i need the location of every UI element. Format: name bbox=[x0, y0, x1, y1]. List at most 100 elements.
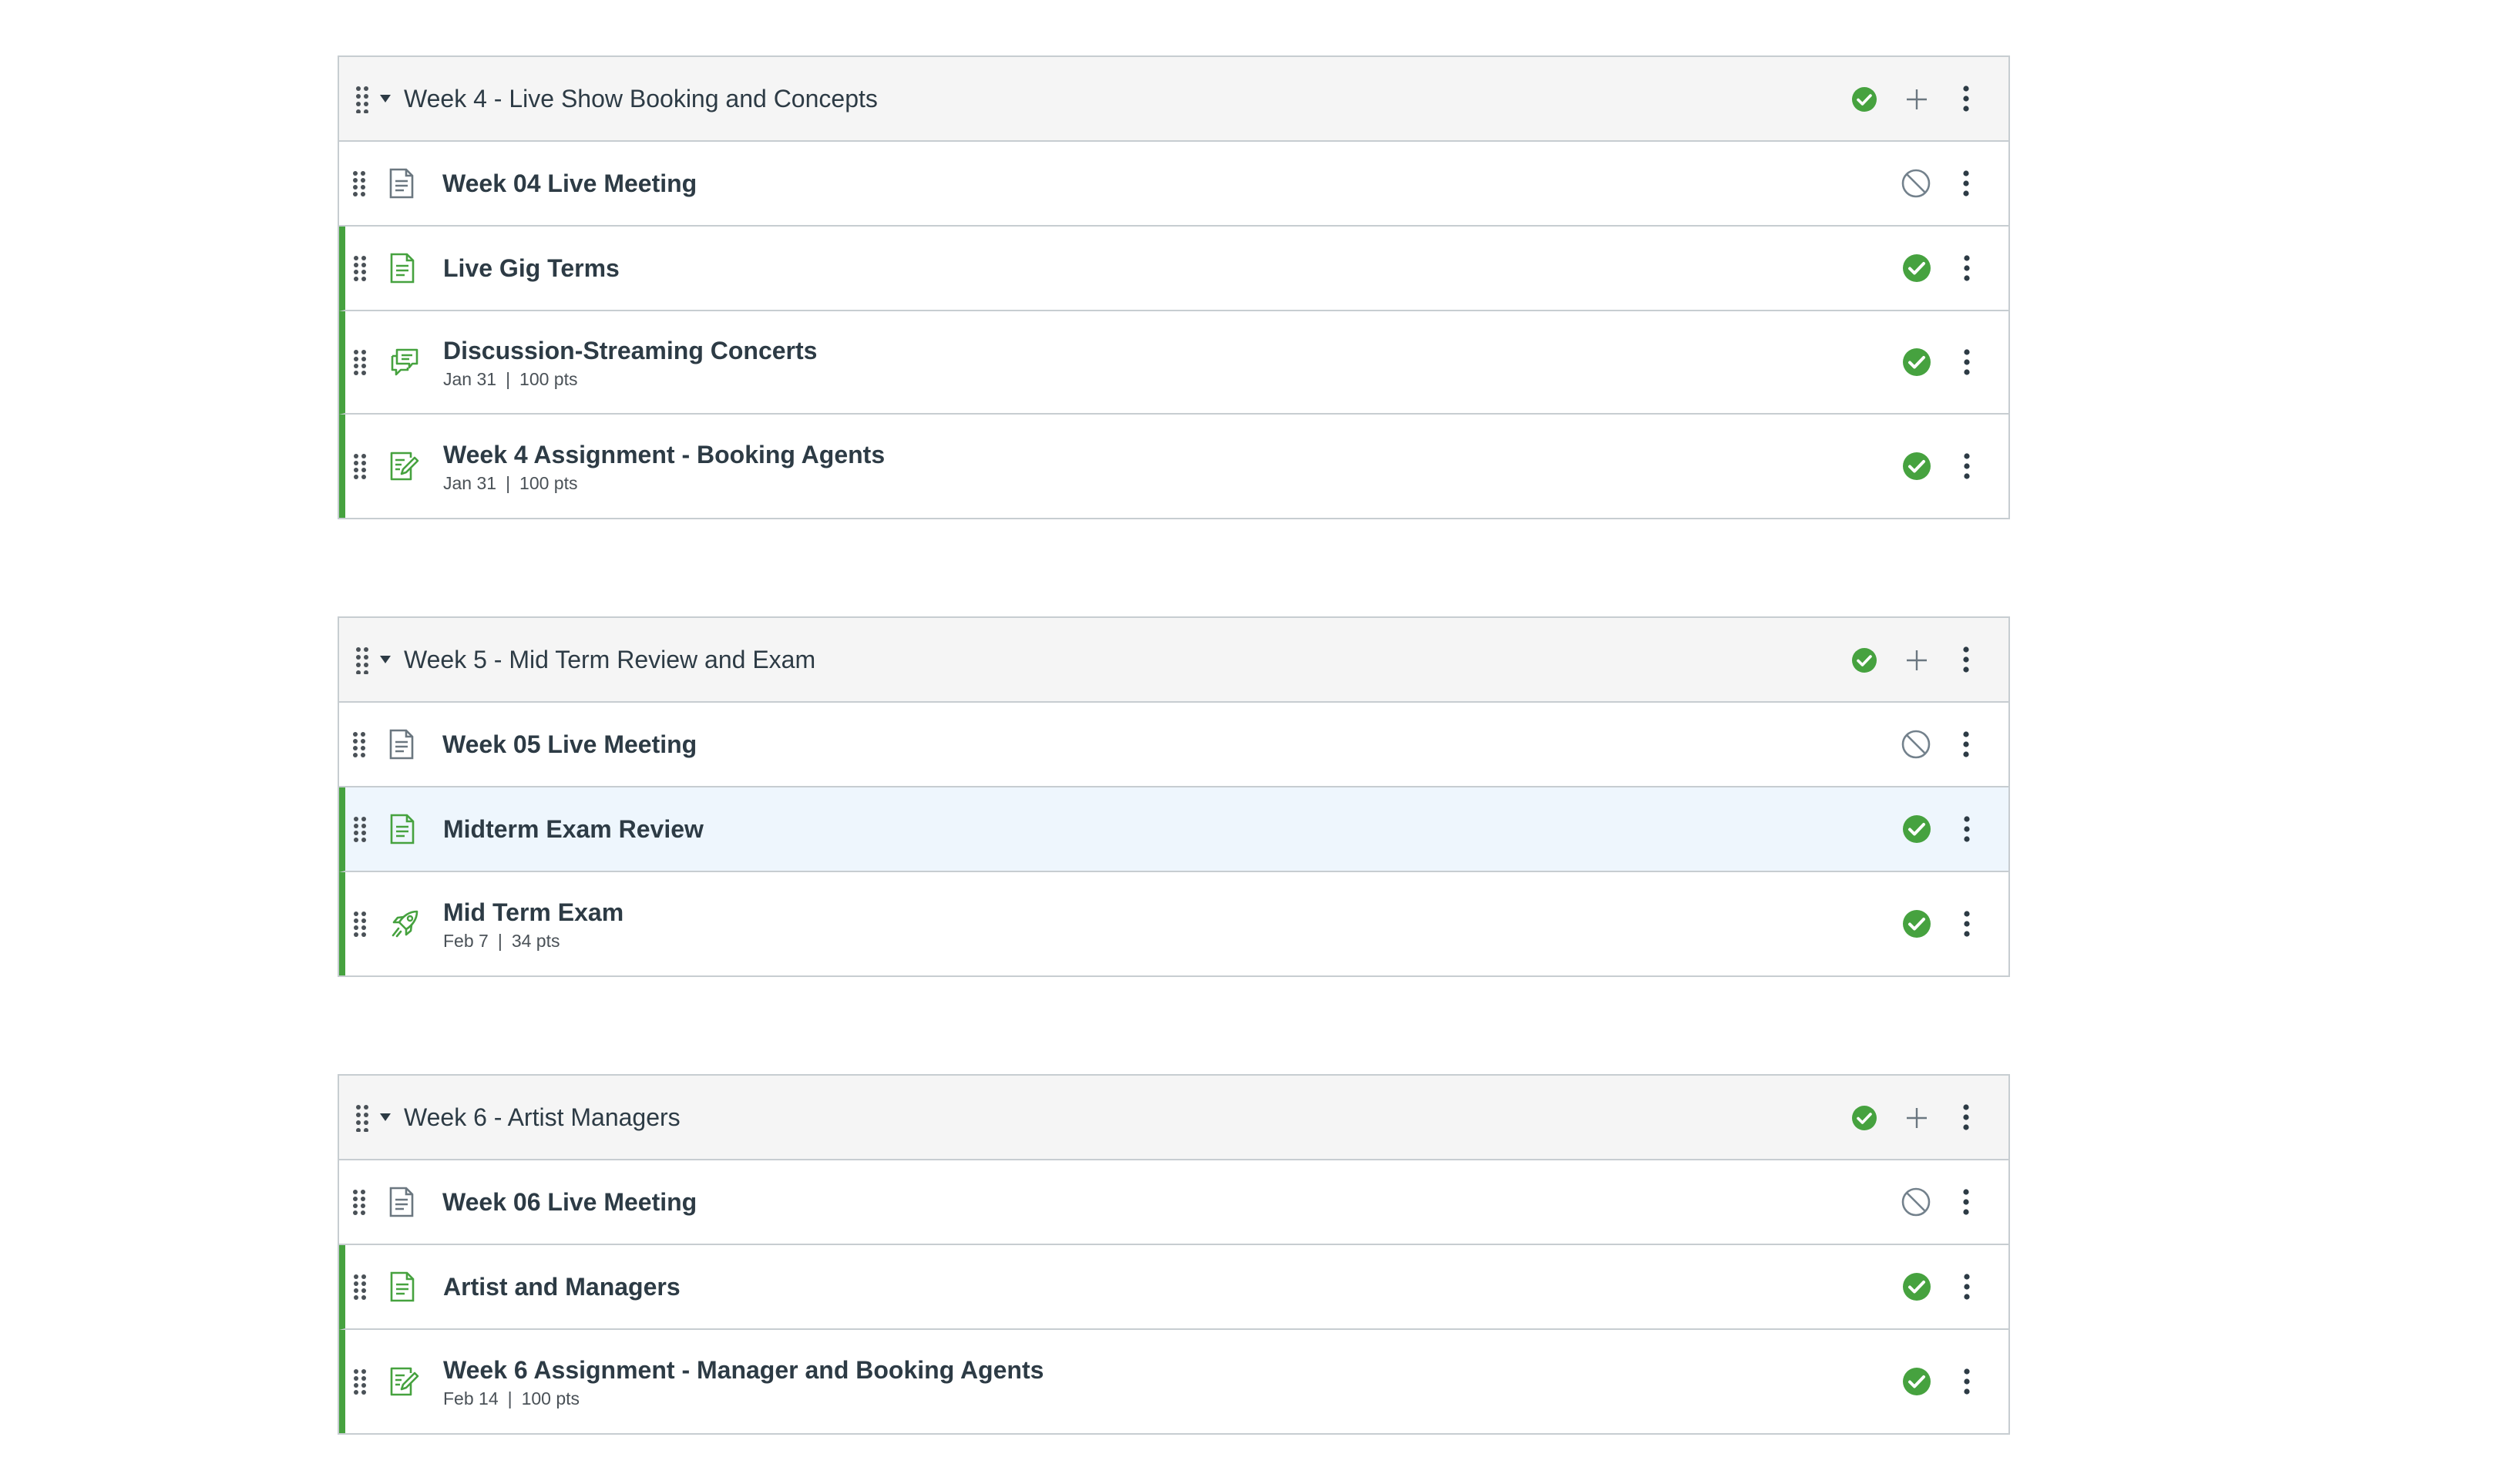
module-item[interactable]: Artist and Managers bbox=[339, 1245, 2008, 1330]
points: 100 pts bbox=[519, 368, 578, 389]
drag-handle-icon[interactable] bbox=[352, 349, 368, 375]
item-title[interactable]: Week 4 Assignment - Booking Agents bbox=[443, 439, 885, 470]
item-title[interactable]: Artist and Managers bbox=[443, 1271, 681, 1302]
item-title[interactable]: Mid Term Exam bbox=[443, 897, 624, 928]
collapse-caret-icon[interactable] bbox=[379, 1113, 392, 1122]
drag-handle-icon[interactable] bbox=[355, 646, 370, 674]
item-title[interactable]: Live Gig Terms bbox=[443, 253, 620, 284]
page-icon bbox=[388, 168, 415, 199]
drag-handle-icon[interactable] bbox=[351, 170, 367, 196]
item-options-icon[interactable] bbox=[1963, 452, 1971, 480]
published-check-icon[interactable] bbox=[1901, 1271, 1932, 1302]
due-date: Feb 14 bbox=[443, 1388, 499, 1408]
drag-handle-icon[interactable] bbox=[352, 1274, 368, 1300]
module-title: Week 5 - Mid Term Review and Exam bbox=[404, 646, 816, 673]
module-item[interactable]: Week 6 Assignment - Manager and Booking … bbox=[339, 1330, 2008, 1433]
drag-handle-icon[interactable] bbox=[351, 1189, 367, 1215]
item-title[interactable]: Week 06 Live Meeting bbox=[442, 1187, 697, 1217]
drag-handle-icon[interactable] bbox=[352, 911, 368, 937]
module-header[interactable]: Week 6 - Artist Managers bbox=[339, 1076, 2008, 1160]
published-check-icon[interactable] bbox=[1901, 253, 1932, 284]
unpublished-icon[interactable] bbox=[1901, 729, 1931, 760]
published-check-icon[interactable] bbox=[1851, 647, 1877, 673]
module-item[interactable]: Discussion-Streaming Concerts Jan 31 | 100… bbox=[339, 311, 2008, 415]
module-item[interactable]: Mid Term Exam Feb 7 | 34 pts bbox=[339, 872, 2008, 975]
item-meta: Jan 31 | 100 pts bbox=[443, 473, 885, 494]
module-header[interactable]: Week 5 - Mid Term Review and Exam bbox=[339, 618, 2008, 703]
drag-handle-icon[interactable] bbox=[352, 453, 368, 479]
item-meta: Feb 14 | 100 pts bbox=[443, 1388, 1044, 1409]
unpublished-icon[interactable] bbox=[1901, 1187, 1931, 1217]
published-check-icon[interactable] bbox=[1901, 814, 1932, 844]
module-week-5: Week 5 - Mid Term Review and Exam Week 0… bbox=[338, 616, 2010, 977]
module-item[interactable]: Week 04 Live Meeting bbox=[339, 142, 2008, 227]
item-title[interactable]: Midterm Exam Review bbox=[443, 814, 704, 844]
drag-handle-icon[interactable] bbox=[355, 1104, 370, 1132]
item-text: Week 04 Live Meeting bbox=[442, 142, 697, 225]
discussion-icon bbox=[389, 347, 420, 378]
add-item-icon[interactable] bbox=[1904, 647, 1930, 673]
meta-separator: | bbox=[497, 930, 502, 951]
item-options-icon[interactable] bbox=[1963, 254, 1971, 282]
published-check-icon[interactable] bbox=[1901, 1366, 1932, 1397]
item-text: Week 06 Live Meeting bbox=[442, 1160, 697, 1244]
item-options-icon[interactable] bbox=[1962, 170, 1970, 197]
item-options-icon[interactable] bbox=[1963, 910, 1971, 938]
page-icon bbox=[389, 814, 415, 844]
drag-handle-icon[interactable] bbox=[352, 255, 368, 281]
module-options-icon[interactable] bbox=[1962, 1103, 1970, 1131]
module-options-icon[interactable] bbox=[1962, 646, 1970, 673]
module-header[interactable]: Week 4 - Live Show Booking and Concepts bbox=[339, 57, 2008, 142]
item-options-icon[interactable] bbox=[1963, 1273, 1971, 1301]
item-meta: Feb 7 | 34 pts bbox=[443, 931, 624, 952]
collapse-caret-icon[interactable] bbox=[379, 94, 392, 103]
module-title: Week 4 - Live Show Booking and Concepts bbox=[404, 85, 878, 112]
published-check-icon[interactable] bbox=[1851, 86, 1877, 112]
module-item[interactable]: Midterm Exam Review bbox=[339, 787, 2008, 872]
item-options-icon[interactable] bbox=[1962, 1188, 1970, 1216]
module-item[interactable]: Week 4 Assignment - Booking Agents Jan 3… bbox=[339, 415, 2008, 518]
item-options-icon[interactable] bbox=[1963, 1368, 1971, 1395]
item-options-icon[interactable] bbox=[1962, 730, 1970, 758]
item-title[interactable]: Week 6 Assignment - Manager and Booking … bbox=[443, 1355, 1044, 1385]
item-title[interactable]: Week 04 Live Meeting bbox=[442, 168, 697, 199]
item-text: Week 6 Assignment - Manager and Booking … bbox=[443, 1330, 1044, 1433]
item-text: Midterm Exam Review bbox=[443, 787, 704, 871]
published-check-icon[interactable] bbox=[1901, 451, 1932, 482]
page-icon bbox=[389, 1271, 415, 1302]
meta-separator: | bbox=[506, 472, 511, 493]
item-text: Week 4 Assignment - Booking Agents Jan 3… bbox=[443, 415, 885, 518]
item-title[interactable]: Week 05 Live Meeting bbox=[442, 729, 697, 760]
drag-handle-icon[interactable] bbox=[352, 1368, 368, 1395]
unpublished-icon[interactable] bbox=[1901, 168, 1931, 199]
module-item[interactable]: Live Gig Terms bbox=[339, 227, 2008, 311]
module-options-icon[interactable] bbox=[1962, 85, 1970, 112]
drag-handle-icon[interactable] bbox=[355, 86, 370, 113]
module-item[interactable]: Week 06 Live Meeting bbox=[339, 1160, 2008, 1245]
drag-handle-icon[interactable] bbox=[351, 731, 367, 757]
item-options-icon[interactable] bbox=[1963, 815, 1971, 843]
due-date: Jan 31 bbox=[443, 472, 497, 493]
module-week-6: Week 6 - Artist Managers Week 06 Live Me… bbox=[338, 1074, 2010, 1435]
item-title[interactable]: Discussion-Streaming Concerts bbox=[443, 335, 817, 366]
item-text: Live Gig Terms bbox=[443, 227, 620, 310]
published-check-icon[interactable] bbox=[1901, 347, 1932, 378]
meta-separator: | bbox=[507, 1388, 513, 1408]
collapse-caret-icon[interactable] bbox=[379, 655, 392, 664]
published-check-icon[interactable] bbox=[1851, 1105, 1877, 1131]
page-icon bbox=[388, 1187, 415, 1217]
page-icon bbox=[389, 253, 415, 284]
quiz-rocket-icon bbox=[389, 908, 420, 939]
item-text: Discussion-Streaming Concerts Jan 31 | 100… bbox=[443, 311, 817, 413]
module-week-4: Week 4 - Live Show Booking and Concepts … bbox=[338, 55, 2010, 519]
add-item-icon[interactable] bbox=[1904, 86, 1930, 112]
item-options-icon[interactable] bbox=[1963, 348, 1971, 376]
module-title: Week 6 - Artist Managers bbox=[404, 1103, 681, 1131]
published-check-icon[interactable] bbox=[1901, 908, 1932, 939]
points: 100 pts bbox=[521, 1388, 580, 1408]
page-icon bbox=[388, 729, 415, 760]
add-item-icon[interactable] bbox=[1904, 1105, 1930, 1131]
module-item[interactable]: Week 05 Live Meeting bbox=[339, 703, 2008, 787]
drag-handle-icon[interactable] bbox=[352, 816, 368, 842]
assignment-icon bbox=[389, 1366, 420, 1397]
